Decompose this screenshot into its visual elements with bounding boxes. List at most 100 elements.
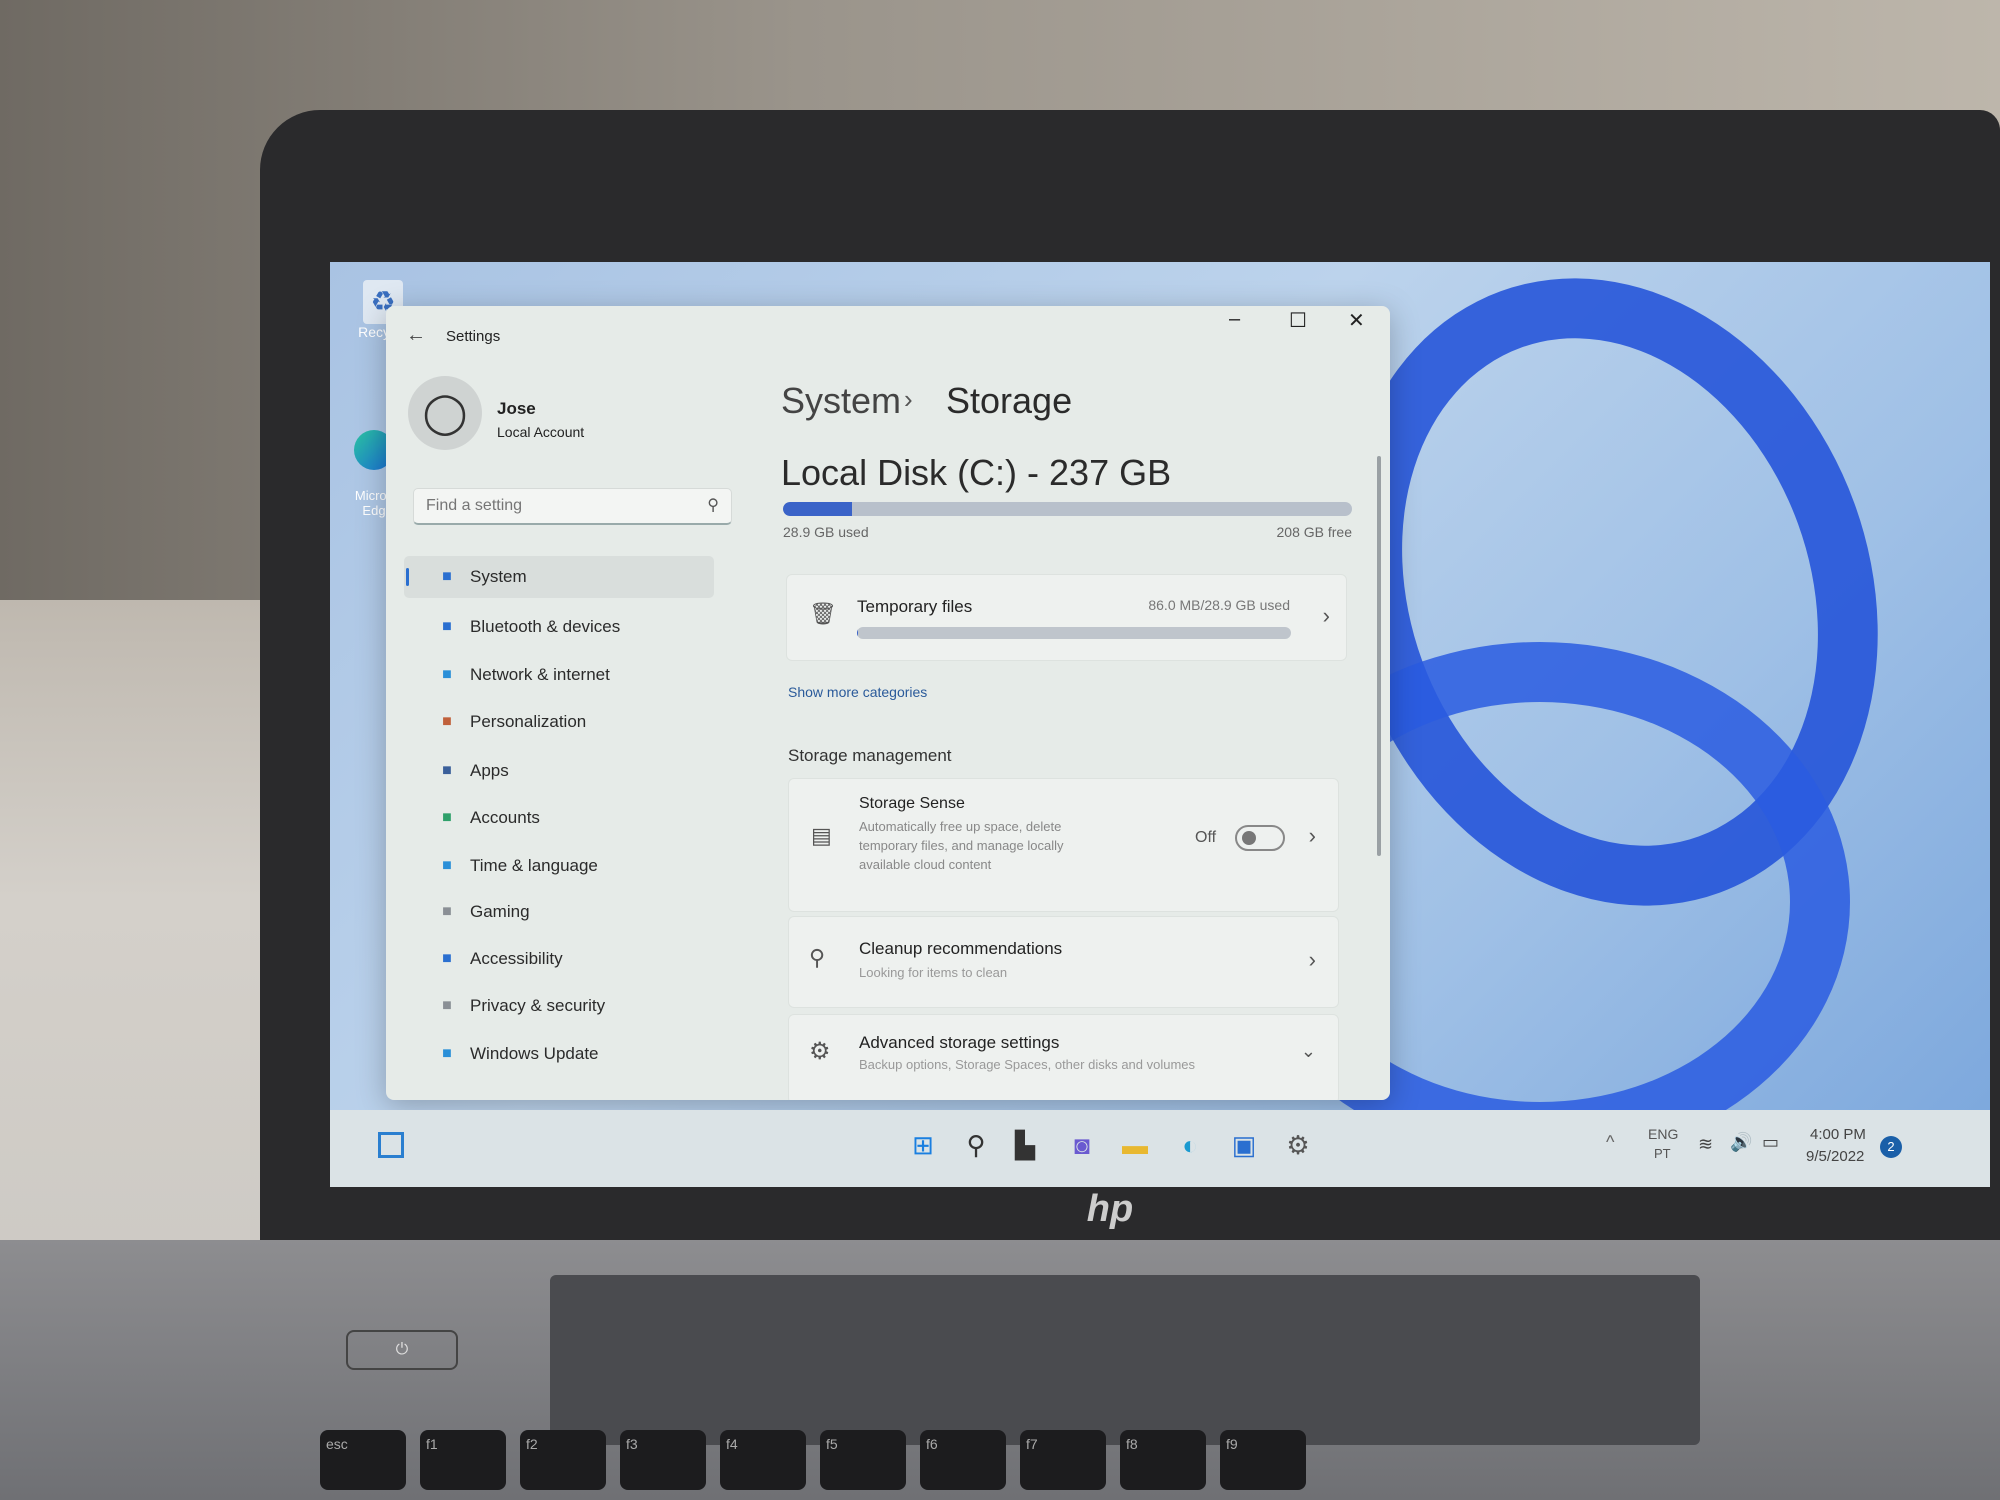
toggle-knob (1242, 831, 1256, 845)
account-type: Local Account (497, 424, 585, 440)
advanced-title: Advanced storage settings (859, 1033, 1060, 1052)
chevron-right-icon: › (1308, 823, 1316, 848)
settings-icon[interactable]: ⚙ (1281, 1128, 1315, 1162)
keyboard-layout[interactable]: PT (1654, 1146, 1671, 1161)
key-f9: f9 (1220, 1430, 1306, 1490)
key-f6: f6 (920, 1430, 1006, 1490)
search-input[interactable]: ⚲ (413, 488, 732, 525)
key-esc: esc (320, 1430, 406, 1490)
gear-icon: ⚙ (809, 1038, 831, 1065)
store-icon[interactable]: ▣ (1227, 1128, 1261, 1162)
sidebar-item-apps[interactable]: ■ Apps (404, 750, 714, 792)
window-title: Settings (446, 328, 501, 345)
chevron-up-icon[interactable]: ^ (1606, 1132, 1614, 1153)
key-f5: f5 (820, 1430, 906, 1490)
power-button[interactable]: ⏻ (346, 1330, 458, 1370)
free-label: 208 GB free (1276, 524, 1353, 540)
search-field[interactable] (414, 489, 684, 523)
disk-usage-fill (783, 502, 853, 516)
sidebar-item-label: Gaming (470, 902, 530, 921)
notification-badge[interactable]: 2 (1880, 1136, 1902, 1158)
key-f3: f3 (620, 1430, 706, 1490)
avatar[interactable]: ◯ (408, 376, 482, 450)
toggle-state-label: Off (1195, 829, 1217, 846)
battery-icon[interactable]: ▭ (1762, 1132, 1779, 1153)
key-f2: f2 (520, 1430, 606, 1490)
advanced-storage-settings-card[interactable]: ⚙ Advanced storage settings Backup optio… (788, 1014, 1339, 1100)
taskbar: ⊞ ⚲ ▙ ◙ ▬ ◐ ▣ ⚙ ^ ENG PT ≋ 🔊 ▭ 4:00 PM 9/5/2022… (330, 1110, 1990, 1187)
search-icon: ⚲ (707, 497, 719, 514)
wifi-icon: ■ (442, 666, 452, 683)
key-f7: f7 (1020, 1430, 1106, 1490)
key-f8: f8 (1120, 1430, 1206, 1490)
bluetooth-icon: ■ (442, 618, 452, 635)
edge-icon[interactable]: ◐ (1173, 1128, 1207, 1162)
hp-logo: hp (1086, 1188, 1134, 1230)
chevron-right-icon: › (1322, 603, 1330, 628)
shield-icon: ■ (442, 997, 452, 1014)
accessibility-icon: ■ (442, 950, 452, 967)
temp-files-usage: 86.0 MB/28.9 GB used (1148, 597, 1290, 613)
show-more-categories-link[interactable]: Show more categories (788, 684, 927, 700)
task-view-icon[interactable]: ▙ (1008, 1128, 1042, 1162)
breadcrumb-current: Storage (946, 380, 1073, 421)
storage-sense-description: Automatically free up space, delete temp… (859, 819, 1064, 872)
sidebar-item-accounts[interactable]: ■ Accounts (404, 797, 714, 839)
search-icon[interactable]: ⚲ (959, 1128, 993, 1162)
sidebar-item-time-language[interactable]: ■ Time & language (404, 845, 714, 887)
scrollbar[interactable] (1377, 456, 1381, 856)
disk-usage-bar (783, 502, 1352, 516)
sidebar-item-label: Windows Update (470, 1044, 599, 1063)
advanced-subtitle: Backup options, Storage Spaces, other di… (859, 1057, 1196, 1072)
storage-sense-toggle[interactable] (1235, 825, 1285, 851)
sidebar-item-windows-update[interactable]: ■ Windows Update (404, 1033, 714, 1075)
speaker-grille (550, 1275, 1700, 1445)
sidebar-item-privacy-security[interactable]: ■ Privacy & security (404, 985, 714, 1027)
back-arrow-icon[interactable]: ← (406, 324, 426, 347)
chevron-down-icon[interactable]: ⌄ (1301, 1041, 1316, 1062)
sidebar-item-label: Personalization (470, 712, 587, 731)
clock-date[interactable]: 9/5/2022 (1806, 1148, 1864, 1165)
chat-icon[interactable]: ◙ (1065, 1128, 1099, 1162)
close-button[interactable]: ✕ (1348, 308, 1365, 333)
temp-files-bar (857, 627, 1291, 639)
trash-icon: 🗑 (809, 601, 837, 626)
clock-time[interactable]: 4:00 PM (1810, 1126, 1866, 1143)
apps-icon: ■ (442, 762, 452, 779)
storage-sense-card[interactable]: ▤ Storage Sense Automatically free up sp… (788, 778, 1339, 912)
wifi-icon[interactable]: ≋ (1698, 1134, 1713, 1155)
cleanup-subtitle: Looking for items to clean (859, 965, 1008, 980)
selection-indicator (406, 568, 409, 586)
breadcrumb-parent[interactable]: System (781, 380, 901, 422)
gamepad-icon: ■ (442, 903, 452, 920)
file-explorer-icon[interactable]: ▬ (1118, 1128, 1152, 1162)
sidebar-item-label: Network & internet (470, 665, 610, 684)
volume-icon[interactable]: 🔊 (1730, 1132, 1752, 1153)
language-indicator[interactable]: ENG (1648, 1126, 1678, 1142)
key-f1: f1 (420, 1430, 506, 1490)
minimize-button[interactable]: – (1229, 308, 1240, 331)
user-name: Jose (497, 399, 536, 418)
update-icon: ■ (442, 1045, 452, 1062)
temp-files-fill (857, 627, 859, 639)
sidebar-item-personalization[interactable]: ■ Personalization (404, 701, 714, 743)
key-f4: f4 (720, 1430, 806, 1490)
sidebar-item-system[interactable]: ■ System (404, 556, 714, 598)
maximize-button[interactable]: ☐ (1289, 308, 1307, 333)
sidebar-item-network-internet[interactable]: ■ Network & internet (404, 654, 714, 696)
start-icon[interactable]: ⊞ (906, 1128, 940, 1162)
temp-files-label: Temporary files (857, 597, 973, 616)
section-title: Storage management (788, 746, 952, 765)
storage-drive-icon: ▤ (811, 823, 832, 848)
sidebar-item-bluetooth-devices[interactable]: ■ Bluetooth & devices (404, 606, 714, 648)
brush-icon: ■ (442, 713, 452, 730)
desktop-screen: ♻ Recycle Micros Edg ← Settings – ☐ ✕ ◯ … (330, 262, 1990, 1187)
cleanup-title: Cleanup recommendations (859, 939, 1063, 958)
temporary-files-card[interactable]: 🗑 Temporary files 86.0 MB/28.9 GB used › (786, 574, 1347, 661)
widgets-icon[interactable] (378, 1132, 404, 1158)
settings-window: ← Settings – ☐ ✕ ◯ Jose Local Account ⚲ … (386, 306, 1390, 1100)
cleanup-recommendations-card[interactable]: ⚲ Cleanup recommendations Looking for it… (788, 916, 1339, 1008)
sidebar-item-accessibility[interactable]: ■ Accessibility (404, 938, 714, 980)
storage-sense-title: Storage Sense (859, 795, 965, 812)
sidebar-item-gaming[interactable]: ■ Gaming (404, 891, 714, 933)
